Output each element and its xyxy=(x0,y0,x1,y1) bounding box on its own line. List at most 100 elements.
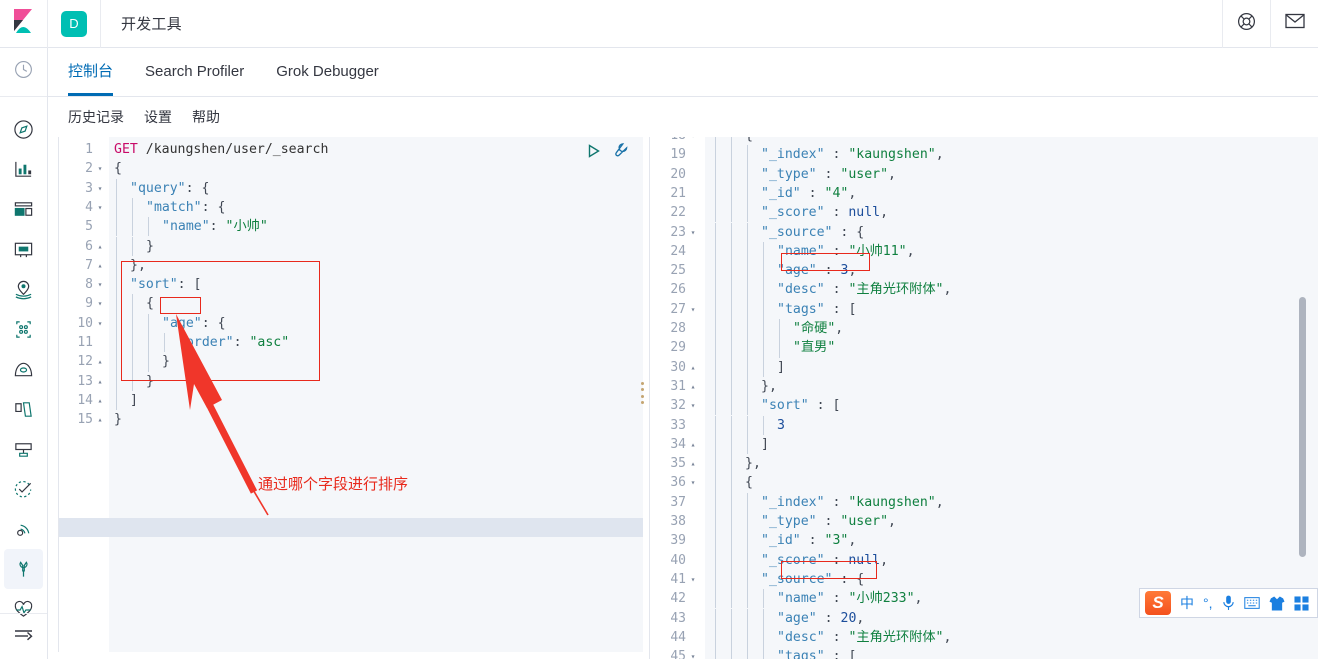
sidebar-item-visualize[interactable] xyxy=(4,149,43,189)
sidebar-item-canvas[interactable] xyxy=(4,229,43,269)
collapse-nav-button[interactable] xyxy=(0,613,47,659)
tab-grok-debugger[interactable]: Grok Debugger xyxy=(276,48,379,96)
indent-guide xyxy=(731,203,732,223)
code-line: 8 ▾ "sort": [ xyxy=(59,275,643,295)
header-actions xyxy=(1222,0,1318,48)
sidebar-item-dashboard[interactable] xyxy=(4,189,43,229)
life-ring-icon xyxy=(1237,12,1256,36)
fold-toggle-icon[interactable]: ▴ xyxy=(95,391,105,410)
indent-guide xyxy=(747,280,748,300)
indent-guide xyxy=(148,333,149,353)
shirt-icon[interactable] xyxy=(1269,595,1285,611)
ime-language-mode[interactable]: 中 xyxy=(1180,593,1194,613)
line-number: 21 xyxy=(670,185,686,201)
space-switcher-button[interactable]: D xyxy=(48,0,101,48)
recently-viewed-button[interactable] xyxy=(0,48,47,97)
microphone-icon[interactable] xyxy=(1222,595,1235,611)
code-text: "命硬", xyxy=(793,321,844,336)
settings-button[interactable]: 设置 xyxy=(144,107,172,127)
fold-toggle-icon[interactable]: ▾ xyxy=(688,473,698,492)
fold-toggle-icon[interactable]: ▴ xyxy=(95,372,105,391)
kibana-home-button[interactable] xyxy=(0,0,48,48)
kibana-logo-icon xyxy=(12,8,36,39)
active-line-highlight xyxy=(59,518,643,538)
request-wrench-icon[interactable] xyxy=(612,142,629,164)
fold-toggle-icon[interactable]: ▴ xyxy=(95,237,105,256)
request-editor[interactable]: 1 GET /kaungshen/user/_search 2 ▾{3 ▾ "query"… xyxy=(58,137,643,652)
help-button[interactable] xyxy=(1222,0,1270,48)
fold-toggle-icon[interactable]: ▾ xyxy=(95,314,105,333)
sidebar-item-uptime[interactable] xyxy=(4,469,43,509)
fold-toggle-icon[interactable]: ▾ xyxy=(688,647,698,659)
code-text: { xyxy=(146,296,154,312)
fold-toggle-icon[interactable]: ▴ xyxy=(688,358,698,377)
news-feed-button[interactable] xyxy=(1270,0,1318,48)
indent-guide xyxy=(747,434,748,455)
ime-punctuation-toggle[interactable]: °, xyxy=(1203,595,1213,611)
line-number: 2 xyxy=(85,161,93,177)
sidebar-item-machine-learning[interactable] xyxy=(4,309,43,349)
line-number: 26 xyxy=(670,282,686,298)
fold-toggle-icon[interactable]: ▾ xyxy=(688,570,698,589)
fold-toggle-icon[interactable]: ▾ xyxy=(688,300,698,319)
sidebar-item-dev-tools[interactable] xyxy=(4,549,43,589)
fold-toggle-icon[interactable]: ▾ xyxy=(688,137,698,145)
indent-guide xyxy=(164,333,165,353)
help-link[interactable]: 帮助 xyxy=(192,107,220,127)
fold-toggle-icon[interactable]: ▾ xyxy=(95,198,105,217)
line-number: 36 xyxy=(670,475,686,491)
clock-icon xyxy=(14,60,33,84)
sidebar-item-maps[interactable] xyxy=(4,269,43,309)
fold-toggle-icon[interactable]: ▾ xyxy=(95,179,105,198)
fold-toggle-icon[interactable]: ▴ xyxy=(688,377,698,396)
code-text: "age" : 3, xyxy=(777,263,857,279)
code-text: "age": { xyxy=(162,315,226,331)
fold-toggle-icon[interactable]: ▾ xyxy=(95,275,105,294)
sidebar-item-discover[interactable] xyxy=(4,109,43,149)
keyboard-icon[interactable] xyxy=(1243,597,1260,609)
code-text: "_id" : "4", xyxy=(761,185,857,201)
sidebar-item-logs[interactable] xyxy=(4,389,43,429)
fold-toggle-icon[interactable]: ▴ xyxy=(95,410,105,429)
indent-guide xyxy=(715,241,716,262)
history-button[interactable]: 历史记录 xyxy=(68,107,124,127)
sidebar-item-apm[interactable] xyxy=(4,429,43,469)
sidebar-item-siem[interactable] xyxy=(4,509,43,549)
indent-guide xyxy=(763,241,764,262)
indent-guide xyxy=(116,236,117,256)
indent-guide xyxy=(747,589,748,609)
panel-resize-handle[interactable] xyxy=(637,382,647,404)
code-text: { xyxy=(745,137,753,145)
code-text: "name" : "小帅11", xyxy=(777,243,915,259)
sidebar-item-infrastructure[interactable] xyxy=(4,349,43,389)
fold-toggle-icon[interactable]: ▾ xyxy=(95,159,105,178)
code-text: "match": { xyxy=(146,199,226,215)
grid-apps-icon[interactable] xyxy=(1293,595,1309,611)
line-number: 25 xyxy=(670,263,686,279)
indent-guide xyxy=(715,415,716,435)
fold-toggle-icon[interactable]: ▴ xyxy=(95,256,105,275)
fold-toggle-icon[interactable]: ▾ xyxy=(688,396,698,415)
fold-toggle-icon[interactable]: ▴ xyxy=(688,454,698,473)
tab-search-profiler[interactable]: Search Profiler xyxy=(145,48,244,96)
fold-toggle-icon[interactable]: ▴ xyxy=(688,435,698,454)
line-number: 9 xyxy=(85,296,93,312)
indent-guide xyxy=(148,217,149,237)
response-scrollbar[interactable] xyxy=(1299,297,1306,557)
fold-toggle-icon[interactable]: ▾ xyxy=(95,294,105,313)
tab-console[interactable]: 控制台 xyxy=(68,48,114,96)
indent-guide xyxy=(715,183,716,204)
indent-guide xyxy=(132,294,133,314)
indent-guide xyxy=(715,145,716,165)
send-request-button[interactable] xyxy=(586,143,602,164)
response-viewer[interactable]: 18▾{19"_index" : "kaungshen",20"_type" :… xyxy=(649,137,1318,659)
code-line: 3 ▾ "query": { xyxy=(59,178,643,198)
fold-toggle-icon[interactable]: ▴ xyxy=(95,352,105,371)
indent-guide xyxy=(715,299,716,319)
sogou-logo-icon[interactable]: S xyxy=(1145,591,1171,615)
fold-toggle-icon[interactable]: ▾ xyxy=(688,223,698,242)
code-text: { xyxy=(114,161,122,177)
indent-guide xyxy=(132,313,133,333)
code-line: 11 "order": "asc" xyxy=(59,333,643,353)
indent-guide xyxy=(747,145,748,165)
